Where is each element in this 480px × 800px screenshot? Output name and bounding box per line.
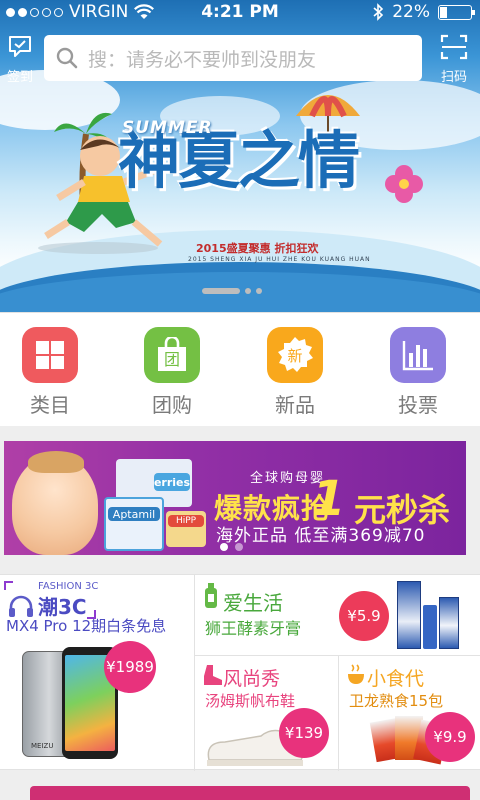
bracket-corner-icon: [4, 581, 13, 590]
hero-caption: 2015盛夏聚惠 折扣狂欢: [196, 242, 319, 255]
pager-indicator[interactable]: [256, 288, 262, 294]
baby-hair: [28, 451, 84, 473]
flower-illustration: [385, 165, 423, 203]
category-item-xinpin[interactable]: 新 新品: [255, 327, 335, 418]
checkin-label: 签到: [6, 70, 33, 85]
snack-title: 小食代: [367, 668, 425, 690]
category-label: 投票: [398, 393, 438, 417]
promo-banner[interactable]: erries Aptamil HiPP 全球购母婴 爆款疯抢 1 元秒杀 海外正…: [4, 441, 466, 555]
pager-indicator-active[interactable]: [202, 288, 240, 294]
checkin-icon: [9, 36, 31, 57]
brand-aptamil: Aptamil: [108, 507, 160, 521]
svg-text:新: 新: [287, 347, 302, 365]
battery-percent: 22%: [392, 2, 430, 22]
category-label: 团购: [152, 393, 192, 417]
life-desc: 狮王酵素牙膏: [205, 619, 302, 638]
life-title: 爱生活: [223, 591, 283, 615]
category-item-toupiao[interactable]: 投票: [378, 327, 458, 418]
brand-erries: erries: [154, 473, 190, 491]
new-badge-icon: 新: [267, 327, 323, 383]
headphones-icon: [9, 595, 33, 617]
battery-icon: [438, 4, 475, 20]
price-tag-style: ¥139: [279, 708, 329, 758]
product-grid: FASHION 3C 潮3C MX4 Pro 12期白条免息 MEIZU ¥19…: [0, 574, 480, 771]
pager-indicator[interactable]: [235, 543, 243, 551]
scan-button[interactable]: 扫码: [434, 34, 474, 85]
bottle-icon: [205, 583, 217, 608]
product-card-life[interactable]: 爱生活 狮王酵素牙膏 ¥5.9: [195, 575, 480, 655]
pager-indicator[interactable]: [245, 288, 251, 294]
checkin-button[interactable]: 签到: [2, 34, 38, 85]
shoe-icon: [204, 665, 222, 685]
search-placeholder: 搜：请务必不要帅到没朋友: [88, 48, 317, 71]
category-label: 新品: [275, 393, 315, 417]
scan-icon: [440, 34, 468, 60]
category-bar: 类目 团 团购 新 新品 投票: [0, 312, 480, 426]
promo-subtext: 海外正品 低至满369减70: [216, 526, 426, 546]
price-tag-life: ¥5.9: [339, 591, 389, 641]
snack-desc: 卫龙熟食15包: [349, 692, 444, 710]
phone-brand-label: MEIZU: [31, 742, 54, 750]
promo-highlight-number: 1: [312, 471, 346, 527]
category-label: 类目: [30, 393, 70, 417]
price-label: ¥1989: [106, 658, 154, 676]
svg-text:团: 团: [164, 350, 180, 369]
style-title: 风尚秀: [223, 668, 281, 690]
hero-subtitle: SUMMER: [122, 118, 213, 138]
search-input[interactable]: 搜：请务必不要帅到没朋友: [44, 35, 422, 81]
product-card-fashion3c[interactable]: FASHION 3C 潮3C MX4 Pro 12期白条免息 MEIZU ¥19…: [0, 575, 194, 771]
hero-pager[interactable]: [202, 288, 262, 294]
bowl-icon: [348, 664, 364, 684]
pager-indicator-active[interactable]: [220, 543, 228, 551]
milk-can-image: [104, 497, 164, 551]
category-item-tuangou[interactable]: 团 团购: [132, 327, 212, 418]
brand-hipp: HiPP: [168, 515, 204, 527]
style-desc: 汤姆斯帆布鞋: [205, 692, 296, 710]
hero-banner[interactable]: VIRGIN 4:21 PM 22% 签到 搜：请务必不要帅到没朋友 扫码 神夏…: [0, 0, 480, 312]
product-card-style[interactable]: 风尚秀 汤姆斯帆布鞋 ¥139: [195, 656, 338, 771]
hero-caption-pinyin: 2015 SHENG XIA JU HUI ZHE KOU KUANG HUAN: [188, 256, 371, 263]
bar-chart-icon: [390, 327, 446, 383]
fashion3c-desc: MX4 Pro 12期白条免息: [6, 617, 167, 635]
product-card-snack[interactable]: 小食代 卫龙熟食15包 ¥9.9: [339, 656, 480, 771]
grid-icon: [22, 327, 78, 383]
category-item-leimu[interactable]: 类目: [10, 327, 90, 418]
toothpaste-box-image: [397, 581, 421, 649]
toothpaste-box-image: [439, 597, 459, 649]
toothpaste-tube-image: [423, 605, 437, 649]
price-tag-snack: ¥9.9: [425, 712, 475, 762]
scan-label: 扫码: [440, 70, 467, 85]
promo-pager[interactable]: [220, 543, 243, 551]
bluetooth-icon: [373, 3, 384, 21]
group-buy-bag-icon: 团: [144, 327, 200, 383]
price-label: ¥5.9: [347, 607, 381, 625]
status-bar: VIRGIN 4:21 PM 22%: [0, 0, 480, 26]
home-screen: VIRGIN 4:21 PM 22% 签到 搜：请务必不要帅到没朋友 扫码 神夏…: [0, 0, 480, 800]
price-label: ¥9.9: [433, 728, 467, 746]
next-banner-peek[interactable]: [30, 786, 470, 800]
price-label: ¥139: [284, 724, 324, 742]
search-icon: [56, 47, 78, 69]
price-tag-fashion3c: ¥1989: [104, 641, 156, 693]
